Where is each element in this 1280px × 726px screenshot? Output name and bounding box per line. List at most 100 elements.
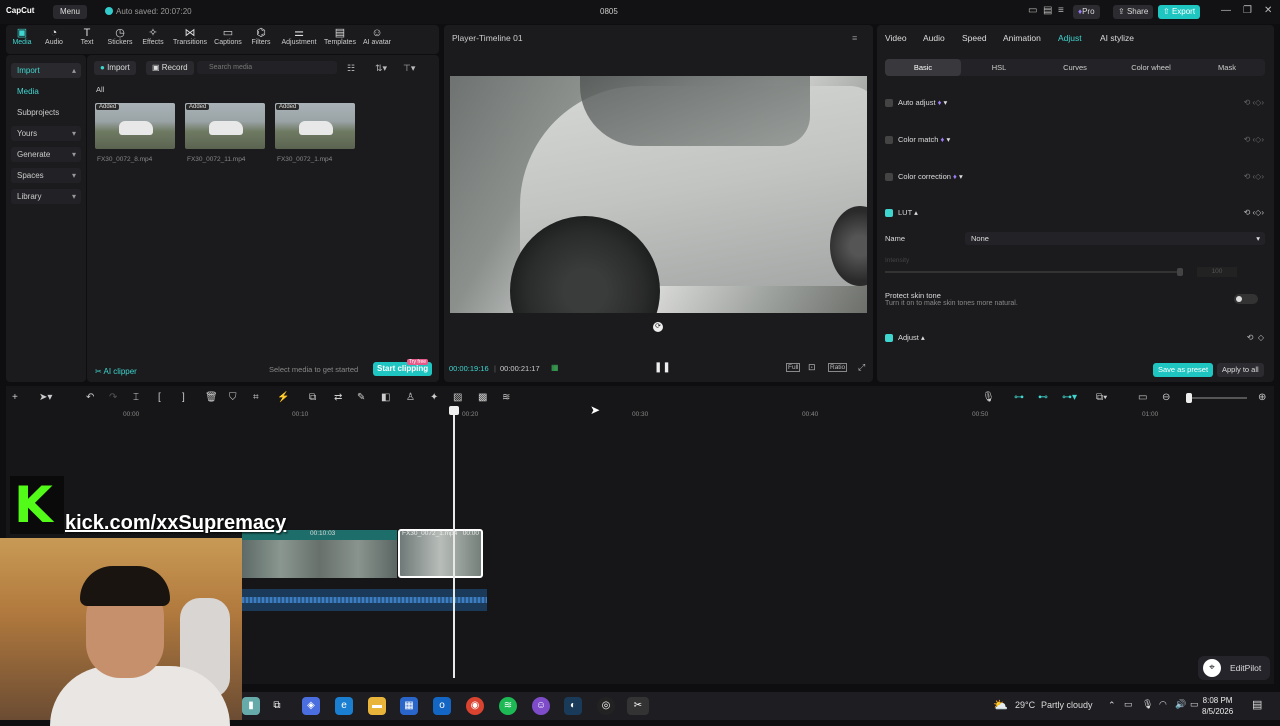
keyframe-controls[interactable]: ⟲ ‹◇› (1244, 135, 1264, 144)
video-preview[interactable] (450, 76, 867, 313)
fullscreen-icon[interactable]: ⤢ (858, 362, 865, 373)
zoom-slider[interactable] (1191, 397, 1247, 399)
toolbar-captions[interactable]: ▭ Captions (212, 27, 244, 46)
subtab-color-wheel[interactable]: Color wheel (1113, 59, 1189, 76)
menu-button[interactable]: Menu (53, 5, 87, 19)
intensity-value[interactable]: 100 (1197, 267, 1237, 277)
timecode-icon[interactable]: ▦ (551, 363, 559, 372)
spotify-icon[interactable]: ≋ (499, 697, 517, 715)
playhead[interactable] (453, 408, 455, 678)
pause-icon[interactable]: ❚❚ (654, 362, 671, 373)
screenshot-icon[interactable]: ⊡ (808, 362, 816, 373)
microphone-icon[interactable]: 🎙 (982, 392, 995, 403)
select-tool-icon[interactable]: ➤▾ (39, 392, 52, 403)
toolbar-adjustment[interactable]: ⚌ Adjustment (279, 27, 319, 46)
redo-icon[interactable]: ↷ (109, 392, 117, 403)
record-button[interactable]: ▣ Record (146, 61, 194, 75)
volume-icon[interactable]: 🔊 (1175, 699, 1186, 710)
toolbar-ai-avatar[interactable]: ☺ AI avatar (362, 27, 392, 46)
toolbar-filters[interactable]: ⌬ Filters (249, 27, 273, 46)
import-button[interactable]: ● Import (94, 61, 136, 75)
steam-icon[interactable]: ◐ (564, 697, 582, 715)
sidebar-item-library[interactable]: Library ▾ (11, 189, 81, 204)
snap-icon[interactable]: ⊶▾ (1062, 392, 1077, 403)
auto-adjust-checkbox[interactable] (885, 99, 893, 107)
mirror-icon[interactable]: ◧ (381, 392, 390, 403)
grid-view-icon[interactable]: ☷ (347, 63, 355, 74)
tab-video[interactable]: Video (885, 33, 907, 43)
copilot-icon[interactable]: ◈ (302, 697, 320, 715)
file-explorer-icon[interactable]: ▬ (368, 697, 386, 715)
more-menu-icon[interactable]: ≡ (852, 33, 857, 43)
split-right-icon[interactable]: ] (182, 392, 185, 403)
pen-icon[interactable]: ✎ (357, 392, 365, 403)
rotate-icon[interactable]: ⟳ (653, 322, 663, 332)
toolbar-effects[interactable]: ✧ Effects (140, 27, 166, 46)
freeze-icon[interactable]: ⧉ (309, 392, 316, 403)
tray-chevron-icon[interactable]: ⌃ (1108, 700, 1116, 711)
microphone-tray-icon[interactable]: 🎙 (1142, 699, 1153, 710)
store-icon[interactable]: ▦ (400, 697, 418, 715)
media-thumb[interactable]: Added (275, 103, 355, 149)
subtab-basic[interactable]: Basic (885, 59, 961, 76)
tab-adjust[interactable]: Adjust (1058, 33, 1082, 43)
ai-clipper[interactable]: ✂ AI clipper (95, 367, 137, 376)
speed-icon[interactable]: ⚡ (277, 392, 289, 403)
cutout-icon[interactable]: ▨ (453, 392, 462, 403)
zoom-in-icon[interactable]: ⊕ (1258, 392, 1266, 403)
filter-icon[interactable]: ⊤▾ (403, 63, 415, 74)
share-button[interactable]: ⇪ Share (1113, 5, 1154, 19)
tab-animation[interactable]: Animation (1003, 33, 1041, 43)
maximize-icon[interactable]: ❐ (1243, 5, 1252, 16)
capcut-taskbar-icon[interactable]: ✂ (627, 697, 649, 715)
marker-icon[interactable]: ⛉ (229, 392, 237, 403)
reverse-icon[interactable]: ⇄ (334, 392, 342, 403)
subtab-hsl[interactable]: HSL (961, 59, 1037, 76)
crop-icon[interactable]: ⌗ (253, 392, 259, 403)
sidebar-item-subprojects[interactable]: Subprojects (11, 105, 81, 120)
color-correction-checkbox[interactable] (885, 173, 893, 181)
edge-icon[interactable]: e (335, 697, 353, 715)
playhead-handle[interactable] (449, 406, 459, 415)
intensity-slider-handle[interactable] (1177, 268, 1183, 276)
task-view-icon[interactable]: ⧉ (268, 697, 286, 715)
delete-icon[interactable]: 🗑 (205, 392, 218, 403)
split-icon[interactable]: ⌶ (133, 392, 139, 403)
video-clip[interactable]: 00:10:03 (242, 530, 397, 578)
lut-checkbox[interactable] (885, 209, 893, 217)
sort-icon[interactable]: ⇅▾ (375, 63, 387, 74)
obs-icon[interactable]: ◎ (597, 697, 615, 715)
preview-axis-icon[interactable]: ⧉▾ (1096, 392, 1107, 403)
keyframe-controls[interactable]: ⟲ ‹◇› (1244, 208, 1264, 217)
pro-button[interactable]: ♦Pro (1073, 5, 1100, 19)
sidebar-item-generate[interactable]: Generate ▾ (11, 147, 81, 162)
lut-name-select[interactable]: None ▾ (965, 232, 1265, 245)
settings-icon[interactable]: ≡ (1058, 5, 1064, 16)
zoom-out-icon[interactable]: ⊖ (1162, 392, 1170, 403)
sidebar-item-media[interactable]: Media (11, 84, 81, 99)
keyframe-controls[interactable]: ⟲ ◇ (1247, 333, 1264, 342)
caption-icon[interactable]: ▭ (1138, 392, 1147, 403)
magnet-icon[interactable]: ⊷ (1038, 392, 1048, 403)
keyframe-controls[interactable]: ⟲ ‹◇› (1244, 172, 1264, 181)
undo-icon[interactable]: ↶ (86, 392, 94, 403)
save-preset-button[interactable]: Save as preset (1153, 363, 1214, 377)
export-button[interactable]: ⇧ Export (1158, 5, 1201, 19)
apply-all-button[interactable]: Apply to all (1217, 363, 1264, 377)
shortcuts-icon[interactable]: ▤ (1043, 5, 1052, 16)
media-thumb[interactable]: Added (95, 103, 175, 149)
filter-all[interactable]: All (96, 85, 104, 94)
image-icon[interactable]: ▩ (478, 392, 487, 403)
toolbar-templates[interactable]: ▤ Templates (322, 27, 358, 46)
audio-wave-icon[interactable]: ≋ (502, 392, 510, 403)
chrome-icon[interactable]: ◉ (466, 697, 484, 715)
discord-icon[interactable]: ☺ (532, 697, 550, 715)
layout-icon[interactable]: ▭ (1028, 5, 1037, 16)
sidebar-item-yours[interactable]: Yours ▾ (11, 126, 81, 141)
person-icon[interactable]: ♙ (406, 392, 415, 403)
keyframe-controls[interactable]: ⟲ ‹◇› (1244, 98, 1264, 107)
toolbar-stickers[interactable]: ◷ Stickers (105, 27, 135, 46)
tab-audio[interactable]: Audio (923, 33, 945, 43)
app-icon[interactable]: ▮ (242, 697, 260, 715)
zoom-slider-handle[interactable] (1186, 393, 1192, 403)
